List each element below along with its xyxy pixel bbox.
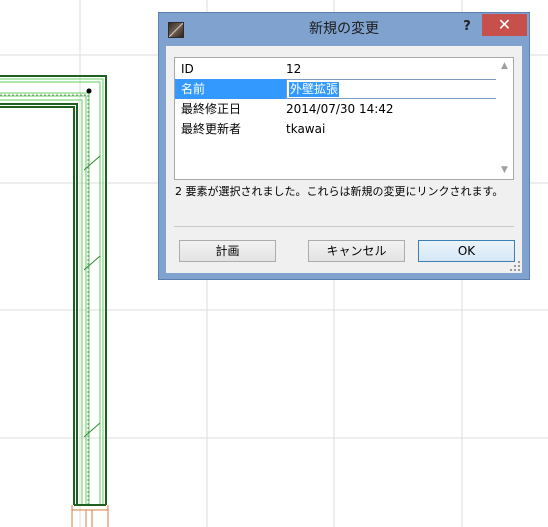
properties-list[interactable]: ID 12 名前 外壁拡張 最終修正日 2014/07/30 14:42 最終更… xyxy=(174,57,514,180)
ok-button[interactable]: OK xyxy=(418,240,515,262)
separator xyxy=(174,226,514,227)
list-row-modified-by[interactable]: 最終更新者 tkawai xyxy=(175,119,496,139)
new-change-dialog: 新規の変更 ? ✕ ID 12 名前 外壁拡張 最終修正日 2014/07/30… xyxy=(158,12,530,280)
title-bar[interactable]: 新規の変更 ? ✕ xyxy=(159,13,529,46)
row-key: 最終修正日 xyxy=(181,102,242,116)
help-button[interactable]: ? xyxy=(455,17,479,37)
list-row-name[interactable]: 名前 外壁拡張 xyxy=(175,79,498,99)
slab-edge xyxy=(71,505,109,527)
row-key: 最終更新者 xyxy=(181,122,242,136)
name-edit-value[interactable]: 外壁拡張 xyxy=(289,82,340,97)
selection-message: 2 要素が選択されました。これらは新規の変更にリンクされます。 xyxy=(175,185,504,198)
row-value: 12 xyxy=(286,62,302,76)
vertical-scrollbar[interactable]: ▲ ▼ xyxy=(496,58,513,179)
close-button[interactable]: ✕ xyxy=(482,14,527,36)
plan-button[interactable]: 計画 xyxy=(179,240,276,262)
row-key: 名前 xyxy=(181,82,206,96)
chevron-up-icon[interactable]: ▲ xyxy=(496,58,513,75)
list-row-modified-date[interactable]: 最終修正日 2014/07/30 14:42 xyxy=(175,99,496,119)
dialog-body: ID 12 名前 外壁拡張 最終修正日 2014/07/30 14:42 最終更… xyxy=(166,46,522,273)
row-value: 2014/07/30 14:42 xyxy=(286,102,394,116)
list-row-id[interactable]: ID 12 xyxy=(175,59,496,79)
row-value: tkawai xyxy=(286,122,326,136)
resize-grip-icon[interactable] xyxy=(510,261,520,271)
name-edit-field[interactable]: 外壁拡張 xyxy=(286,79,498,99)
cancel-button[interactable]: キャンセル xyxy=(308,240,405,262)
wall-corner[interactable] xyxy=(0,75,107,506)
row-key: ID xyxy=(181,62,194,76)
chevron-down-icon[interactable]: ▼ xyxy=(496,162,513,179)
